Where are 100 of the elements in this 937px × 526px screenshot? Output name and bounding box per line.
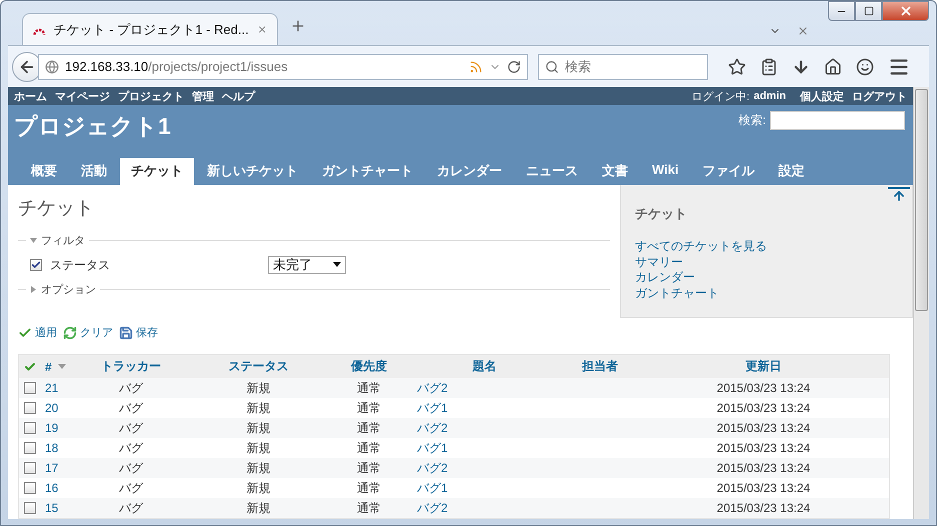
- sidebar-link[interactable]: サマリー: [635, 254, 898, 270]
- row-checkbox[interactable]: [24, 502, 36, 514]
- updated-cell-text: 2015/03/23 13:24: [716, 461, 812, 475]
- action-link[interactable]: クリア: [63, 325, 113, 340]
- user-link[interactable]: admin: [754, 90, 786, 102]
- project-tab[interactable]: ニュース: [515, 158, 589, 185]
- priority-cell-text: 通常: [356, 480, 382, 496]
- expand-icon[interactable]: [30, 286, 37, 293]
- dropdown-icon[interactable]: [333, 262, 341, 268]
- column-header[interactable]: 更新日: [638, 358, 889, 375]
- row-checkbox[interactable]: [24, 462, 36, 474]
- issue-id-link[interactable]: 17: [41, 461, 76, 475]
- tracker-cell-text: バグ: [118, 460, 144, 476]
- row-checkbox[interactable]: [24, 422, 36, 434]
- issue-id-link[interactable]: 18: [41, 441, 76, 455]
- options-legend[interactable]: オプション: [41, 282, 96, 297]
- smiley-icon[interactable]: [856, 58, 874, 76]
- row-checkbox[interactable]: [24, 482, 36, 494]
- column-header[interactable]: 優先度: [331, 358, 407, 375]
- feed-icon[interactable]: [469, 60, 483, 74]
- reload-icon[interactable]: [507, 60, 521, 74]
- project-search-field[interactable]: [770, 111, 905, 130]
- collapse-icon[interactable]: [30, 237, 37, 244]
- subject-link[interactable]: バグ2: [407, 380, 562, 396]
- subject-link[interactable]: バグ1: [407, 480, 562, 496]
- account-link[interactable]: ログアウト: [852, 88, 907, 104]
- issue-id-link[interactable]: 19: [41, 421, 76, 435]
- close-button[interactable]: [882, 1, 929, 21]
- priority-cell-text: 通常: [356, 420, 382, 436]
- row-checkbox[interactable]: [24, 442, 36, 454]
- url-field[interactable]: 192.168.33.10/projects/project1/issues: [38, 54, 528, 80]
- top-menu-link[interactable]: プロジェクト: [118, 88, 184, 104]
- project-tab[interactable]: 設定: [768, 158, 816, 185]
- subject-link[interactable]: バグ1: [407, 400, 562, 416]
- status-select[interactable]: 未完了: [268, 256, 346, 274]
- browser-tab[interactable]: チケット - プロジェクト1 - Red...: [22, 13, 278, 45]
- filter-legend[interactable]: フィルタ: [41, 233, 85, 248]
- collapse-sidebar-icon[interactable]: [888, 187, 910, 203]
- sidebar-link[interactable]: ガントチャート: [635, 286, 898, 301]
- project-tab[interactable]: Wiki: [641, 158, 690, 185]
- row-checkbox[interactable]: [24, 402, 36, 414]
- status-cell-text: 新規: [246, 480, 272, 496]
- project-tab[interactable]: カレンダー: [426, 158, 513, 185]
- priority-cell-text: 通常: [356, 400, 382, 416]
- top-menu-link[interactable]: マイページ: [55, 88, 110, 104]
- tracker-cell-text: バグ: [118, 500, 144, 516]
- priority-cell-text: 通常: [356, 440, 382, 456]
- subject-link[interactable]: バグ2: [407, 420, 562, 436]
- priority-cell-text: 通常: [356, 460, 382, 476]
- top-menu-link[interactable]: ホーム: [14, 88, 47, 104]
- clipboard-icon[interactable]: [760, 58, 778, 76]
- filter-checkbox[interactable]: [30, 259, 42, 271]
- download-icon[interactable]: [792, 58, 810, 76]
- action-link[interactable]: 適用: [18, 325, 57, 340]
- url-path: /projects/project1/issues: [148, 59, 289, 74]
- updated-cell-text: 2015/03/23 13:24: [716, 481, 812, 495]
- sidebar-link[interactable]: カレンダー: [635, 270, 898, 286]
- project-tab[interactable]: ファイル: [692, 158, 766, 185]
- issue-id-link[interactable]: 20: [41, 401, 76, 415]
- column-header[interactable]: トラッカー: [76, 358, 186, 375]
- project-tab[interactable]: 概要: [20, 158, 68, 185]
- tracker-cell-text: バグ: [118, 400, 144, 416]
- scrollbar[interactable]: [913, 87, 929, 519]
- search-placeholder: 検索: [565, 58, 591, 76]
- issue-id-link[interactable]: 15: [41, 501, 76, 515]
- new-tab-icon[interactable]: [290, 18, 306, 34]
- sidebar-link[interactable]: すべてのチケットを見る: [635, 239, 898, 254]
- project-tab[interactable]: 文書: [591, 158, 639, 185]
- account-link[interactable]: 個人設定: [800, 88, 844, 104]
- column-header[interactable]: 題名: [407, 358, 562, 375]
- project-tab[interactable]: ガントチャート: [311, 158, 424, 185]
- tracker-cell-text: バグ: [118, 480, 144, 496]
- action-link[interactable]: 保存: [119, 325, 158, 340]
- status-cell-text: 新規: [246, 500, 272, 516]
- column-header[interactable]: 担当者: [562, 358, 638, 375]
- status-cell-text: 新規: [246, 400, 272, 416]
- top-menu-link[interactable]: 管理: [192, 88, 214, 104]
- subject-link[interactable]: バグ2: [407, 500, 562, 516]
- row-checkbox[interactable]: [24, 382, 36, 394]
- tracker-cell-text: バグ: [118, 420, 144, 436]
- save-icon: [119, 326, 133, 340]
- sort-icon[interactable]: [58, 364, 66, 370]
- maximize-button[interactable]: [855, 1, 882, 21]
- top-menu-link[interactable]: ヘルプ: [222, 88, 255, 104]
- issue-id-link[interactable]: 21: [41, 381, 76, 395]
- subject-link[interactable]: バグ2: [407, 460, 562, 476]
- search-field[interactable]: 検索: [538, 54, 708, 80]
- column-header[interactable]: ステータス: [186, 358, 331, 375]
- close-icon[interactable]: [797, 25, 809, 37]
- project-tab[interactable]: 新しいチケット: [196, 158, 309, 185]
- issue-id-link[interactable]: 16: [41, 481, 76, 495]
- home-icon[interactable]: [824, 58, 842, 76]
- subject-link[interactable]: バグ1: [407, 440, 562, 456]
- updated-cell-text: 2015/03/23 13:24: [716, 381, 812, 395]
- check-icon[interactable]: [24, 360, 36, 372]
- column-header[interactable]: #: [41, 360, 76, 374]
- project-tab[interactable]: チケット: [120, 158, 194, 185]
- check-icon: [18, 326, 32, 340]
- project-tab[interactable]: 活動: [70, 158, 118, 185]
- star-icon[interactable]: [728, 58, 746, 76]
